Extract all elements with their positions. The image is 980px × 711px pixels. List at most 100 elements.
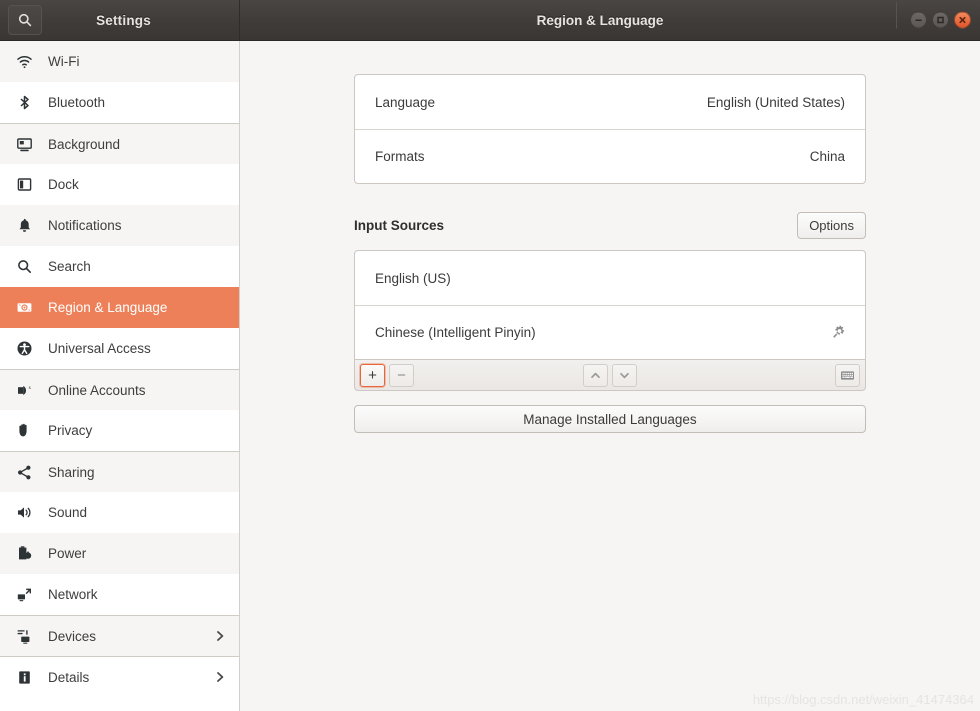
- sidebar-item-label: Background: [48, 137, 120, 152]
- remove-input-source-button[interactable]: −: [389, 364, 414, 387]
- devices-icon: [13, 628, 35, 645]
- privacy-hand-icon: [13, 422, 35, 439]
- sidebar-item-region-language[interactable]: Region & Language: [0, 287, 239, 328]
- input-source-name: English (US): [375, 271, 451, 286]
- accessibility-icon: [13, 340, 35, 357]
- plus-icon: +: [368, 368, 377, 383]
- settings-sidebar: Wi-Fi Bluetooth Backgr: [0, 41, 240, 711]
- network-icon: [13, 586, 35, 603]
- svg-text:s: s: [28, 385, 30, 391]
- input-source-name: Chinese (Intelligent Pinyin): [375, 325, 536, 340]
- watermark: https://blog.csdn.net/weixin_41474364: [753, 692, 974, 707]
- formats-row[interactable]: Formats China: [355, 129, 865, 183]
- move-up-button[interactable]: [583, 364, 608, 387]
- minimize-icon: [913, 15, 924, 26]
- options-button[interactable]: Options: [797, 212, 866, 239]
- sidebar-item-network[interactable]: Network: [0, 574, 239, 615]
- minus-icon: −: [397, 368, 406, 383]
- move-down-button[interactable]: [612, 364, 637, 387]
- sidebar-item-sound[interactable]: Sound: [0, 492, 239, 533]
- language-value: English (United States): [707, 95, 845, 110]
- sidebar-item-label: Sound: [48, 505, 87, 520]
- sidebar-item-online-accounts[interactable]: s Online Accounts: [0, 369, 239, 410]
- close-icon: [957, 15, 968, 26]
- sidebar-item-label: Search: [48, 259, 91, 274]
- sidebar-item-privacy[interactable]: Privacy: [0, 410, 239, 451]
- manage-installed-languages-button[interactable]: Manage Installed Languages: [354, 405, 866, 433]
- chevron-right-icon: [213, 629, 227, 643]
- maximize-icon: [935, 15, 946, 26]
- maximize-button[interactable]: [932, 12, 949, 29]
- sidebar-item-label: Details: [48, 670, 89, 685]
- sidebar-item-label: Devices: [48, 629, 96, 644]
- input-sources-toolbar: + −: [354, 359, 866, 391]
- sidebar-item-power[interactable]: Power: [0, 533, 239, 574]
- search-icon: [13, 258, 35, 275]
- wifi-icon: [13, 53, 35, 70]
- window-body: Wi-Fi Bluetooth Backgr: [0, 41, 980, 711]
- sidebar-item-search[interactable]: Search: [0, 246, 239, 287]
- online-accounts-icon: s: [13, 382, 35, 399]
- sidebar-item-bluetooth[interactable]: Bluetooth: [0, 82, 239, 123]
- close-button[interactable]: [954, 12, 971, 29]
- search-icon: [17, 12, 33, 28]
- language-formats-card: Language English (United States) Formats…: [354, 74, 866, 184]
- share-icon: [13, 464, 35, 481]
- titlebar-sidebar-section: Settings: [0, 0, 240, 40]
- page-title: Region & Language: [537, 13, 664, 28]
- language-label: Language: [375, 95, 435, 110]
- sidebar-item-devices[interactable]: Devices: [0, 615, 239, 656]
- region-language-panel: Language English (United States) Formats…: [354, 41, 866, 433]
- sidebar-item-label: Power: [48, 546, 86, 561]
- background-icon: [13, 136, 35, 153]
- sidebar-item-label: Sharing: [48, 465, 95, 480]
- chevron-down-icon: [618, 369, 631, 382]
- info-icon: [13, 669, 35, 686]
- input-sources-title: Input Sources: [354, 218, 444, 233]
- minimize-button[interactable]: [910, 12, 927, 29]
- titlebar-main-section: Region & Language: [240, 0, 980, 40]
- sidebar-item-label: Online Accounts: [48, 383, 146, 398]
- language-row[interactable]: Language English (United States): [355, 75, 865, 129]
- sidebar-item-label: Notifications: [48, 218, 122, 233]
- bell-icon: [13, 217, 35, 234]
- dock-icon: [13, 176, 35, 193]
- sidebar-item-label: Wi-Fi: [48, 54, 79, 69]
- sidebar-item-background[interactable]: Background: [0, 123, 239, 164]
- search-button[interactable]: [8, 5, 42, 35]
- content-area: Language English (United States) Formats…: [240, 41, 980, 711]
- region-language-icon: [13, 299, 35, 316]
- titlebar: Settings Region & Language: [0, 0, 980, 41]
- settings-window: Settings Region & Language: [0, 0, 980, 711]
- sidebar-item-details[interactable]: Details: [0, 656, 239, 697]
- reorder-button-group: [583, 364, 637, 387]
- formats-label: Formats: [375, 149, 425, 164]
- sidebar-item-wifi[interactable]: Wi-Fi: [0, 41, 239, 82]
- sidebar-item-label: Dock: [48, 177, 79, 192]
- sidebar-item-label: Bluetooth: [48, 95, 105, 110]
- bluetooth-icon: [13, 94, 35, 111]
- chevron-right-icon: [213, 670, 227, 684]
- gear-icon[interactable]: [830, 324, 847, 341]
- sidebar-item-label: Region & Language: [48, 300, 167, 315]
- sidebar-item-notifications[interactable]: Notifications: [0, 205, 239, 246]
- input-sources-list: English (US) Chinese (Intelligent Pinyin…: [354, 250, 866, 359]
- sidebar-item-sharing[interactable]: Sharing: [0, 451, 239, 492]
- input-source-row[interactable]: English (US): [355, 251, 865, 305]
- power-battery-icon: [13, 545, 35, 562]
- formats-value: China: [810, 149, 845, 164]
- show-keyboard-layout-button[interactable]: [835, 364, 860, 387]
- sidebar-item-universal-access[interactable]: Universal Access: [0, 328, 239, 369]
- keyboard-icon: [840, 368, 855, 383]
- sidebar-item-dock[interactable]: Dock: [0, 164, 239, 205]
- sound-icon: [13, 504, 35, 521]
- chevron-up-icon: [589, 369, 602, 382]
- window-controls: [910, 12, 971, 29]
- input-source-row[interactable]: Chinese (Intelligent Pinyin): [355, 305, 865, 359]
- sidebar-item-label: Network: [48, 587, 98, 602]
- sidebar-item-label: Universal Access: [48, 341, 151, 356]
- sidebar-item-label: Privacy: [48, 423, 92, 438]
- add-input-source-button[interactable]: +: [360, 364, 385, 387]
- sidebar-title: Settings: [42, 13, 239, 28]
- input-sources-header: Input Sources Options: [354, 211, 866, 239]
